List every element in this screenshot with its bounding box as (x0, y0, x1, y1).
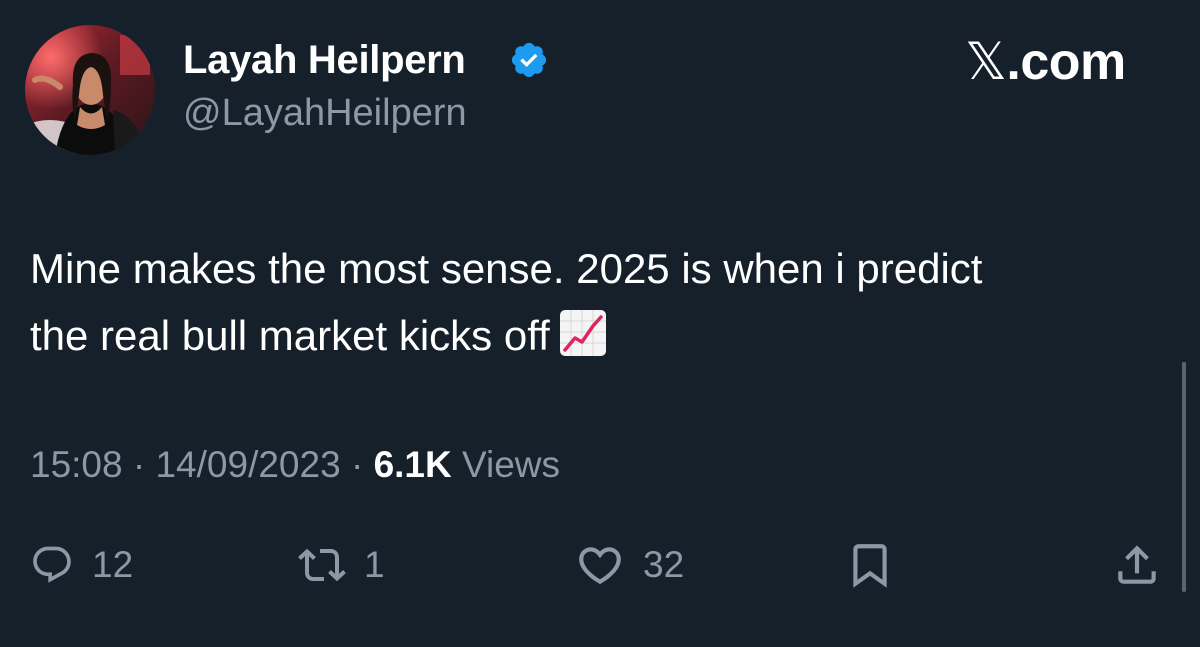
x-logo-icon: 𝕏 (965, 32, 1007, 92)
author-handle[interactable]: @LayahHeilpern (183, 92, 467, 135)
avatar[interactable] (25, 25, 155, 155)
retweet-icon (298, 548, 346, 582)
reply-count: 12 (92, 544, 134, 585)
tweet-time[interactable]: 15:08 (30, 444, 123, 485)
scrollbar[interactable] (1182, 362, 1186, 592)
reply-button[interactable]: 12 (30, 540, 133, 590)
display-name[interactable]: Layah Heilpern (183, 38, 466, 83)
meta-separator: · (132, 444, 146, 485)
like-count: 32 (643, 544, 685, 585)
heart-icon (579, 547, 621, 585)
tweet-text-content: Mine makes the most sense. 2025 is when … (30, 245, 983, 359)
like-button[interactable]: 32 (575, 540, 684, 590)
bookmark-button[interactable] (845, 540, 895, 590)
profile-photo-icon (25, 25, 155, 155)
tweet-meta: 15:08 · 14/09/2023 · 6.1K Views (30, 444, 560, 486)
share-icon (1118, 545, 1156, 584)
tweet-card: Layah Heilpern @LayahHeilpern 𝕏.com Mine… (0, 0, 1200, 647)
meta-separator: · (350, 444, 364, 485)
views-label: Views (462, 444, 561, 485)
brand-domain: .com (1006, 33, 1126, 91)
chart-increasing-emoji-icon (558, 308, 608, 358)
reply-icon (33, 546, 71, 583)
retweet-button[interactable]: 1 (298, 540, 385, 590)
verified-badge-icon (509, 40, 549, 80)
share-button[interactable] (1112, 540, 1162, 590)
views-count: 6.1K (373, 444, 452, 485)
tweet-text: Mine makes the most sense. 2025 is when … (30, 235, 1040, 369)
x-brand-logo: 𝕏.com (965, 32, 1126, 92)
retweet-count: 1 (364, 544, 385, 585)
bookmark-icon (853, 544, 887, 588)
tweet-date[interactable]: 14/09/2023 (155, 444, 340, 485)
